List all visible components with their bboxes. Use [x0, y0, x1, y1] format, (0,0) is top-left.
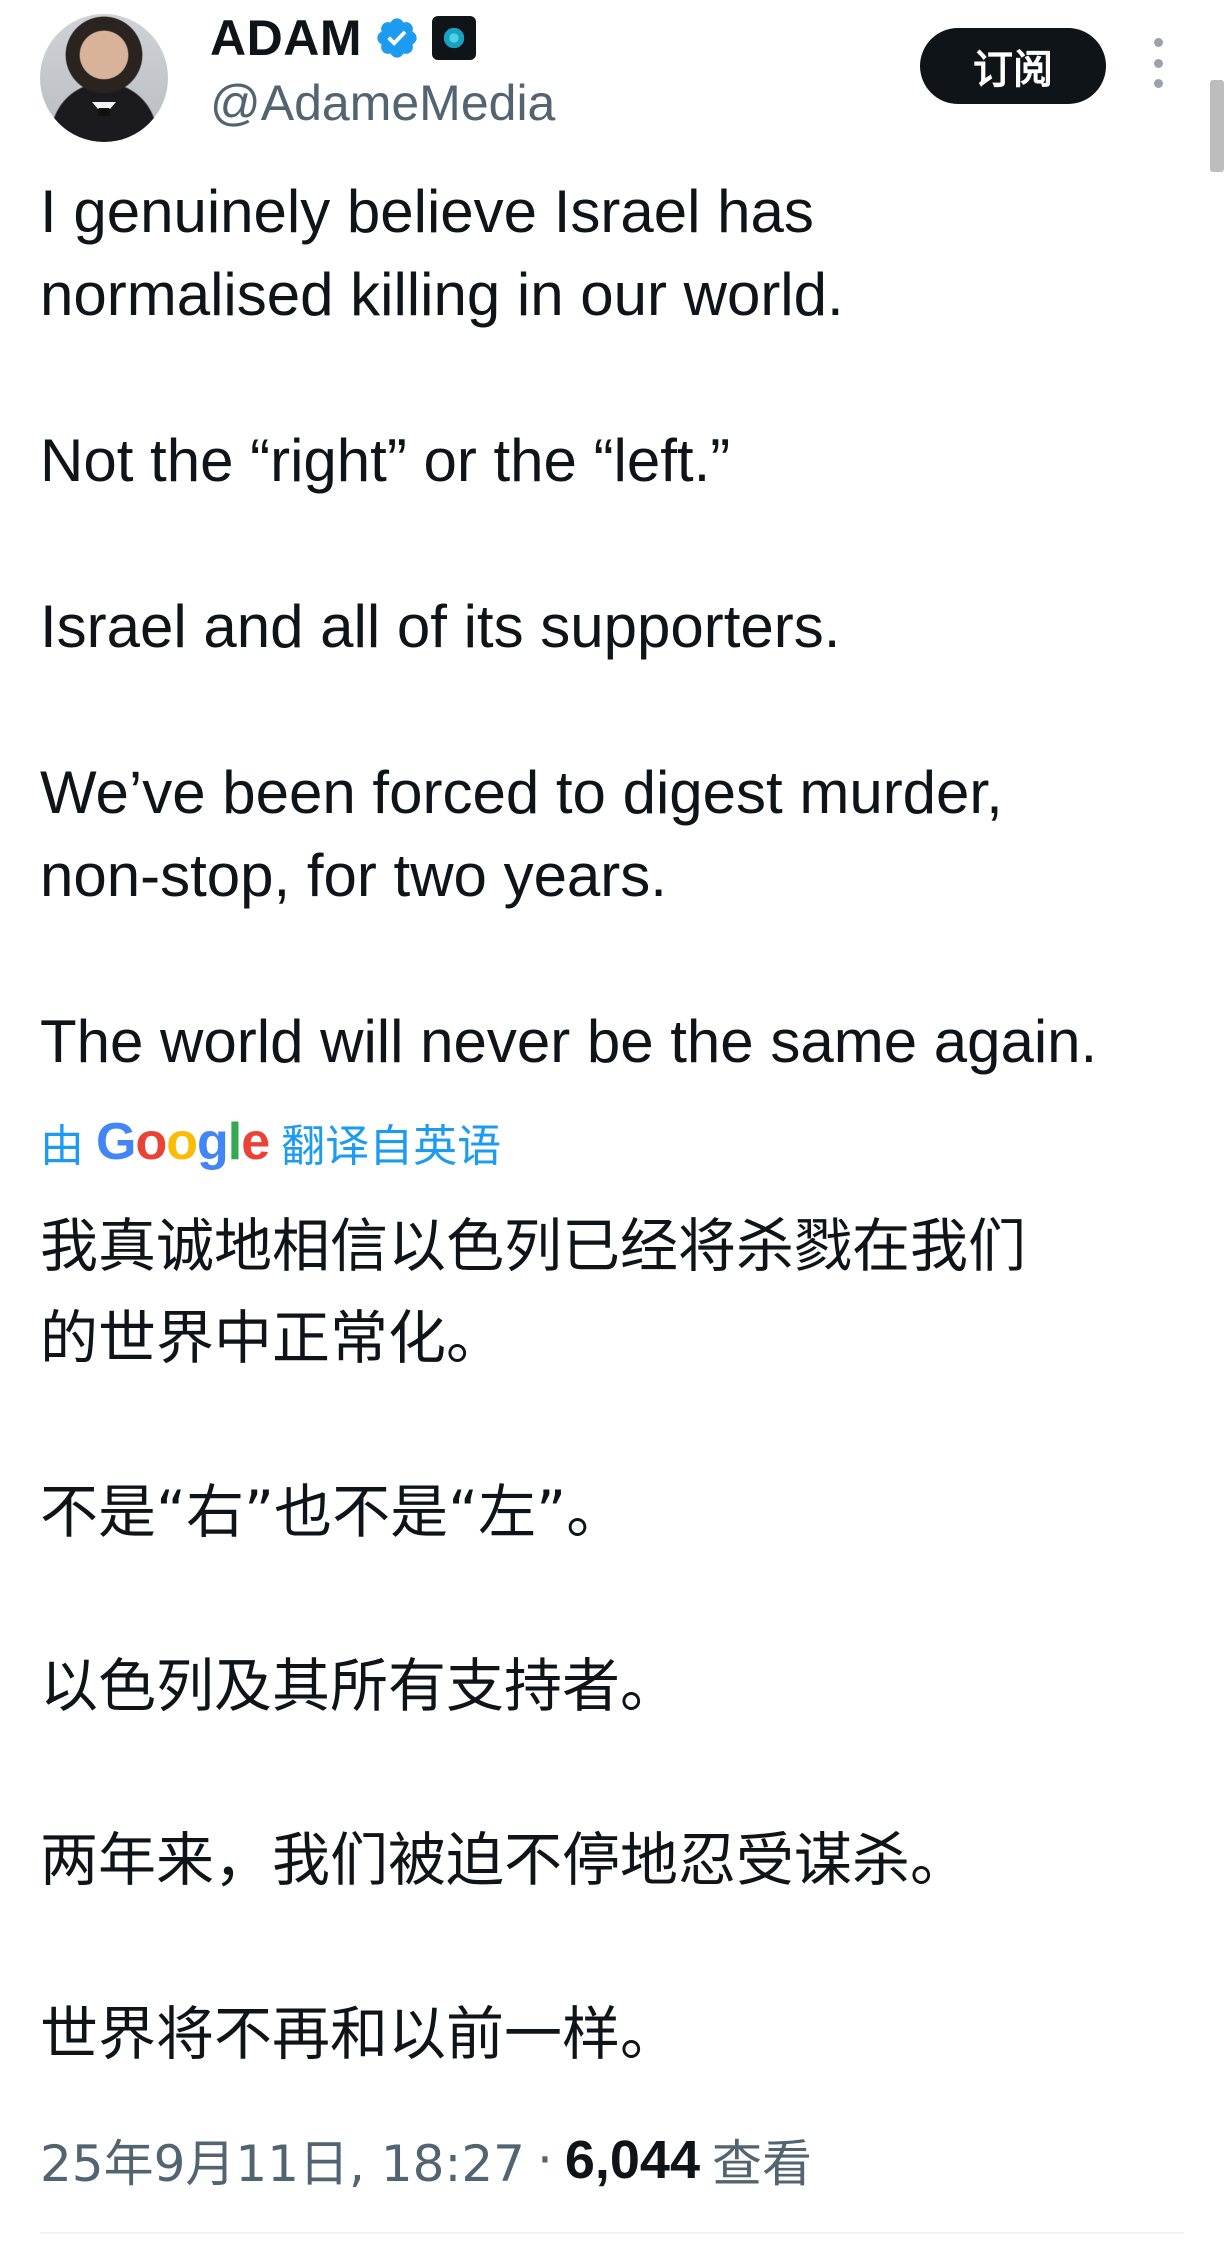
- views-count: 6,044: [564, 2130, 700, 2190]
- name-row: ADAM: [210, 8, 476, 68]
- tweet-paragraph: The world will never be the same again.: [40, 1008, 1098, 1075]
- tweet-header: ADAM @AdameMedia 订阅: [0, 0, 1224, 172]
- translation-suffix: 翻译自英语: [281, 1121, 502, 1172]
- tweet-paragraph: Not the “right” or the “left.”: [40, 427, 731, 494]
- translated-paragraph: 以色列及其所有支持者。: [40, 1652, 679, 1720]
- tweet-paragraph: Israel and all of its supporters.: [40, 593, 841, 660]
- tweet-paragraph: I genuinely believe Israel has normalise…: [40, 178, 844, 328]
- views-label: 查看: [711, 2135, 812, 2193]
- display-name[interactable]: ADAM: [210, 13, 362, 63]
- user-handle[interactable]: @AdameMedia: [210, 76, 555, 131]
- translated-paragraph: 不是“右”也不是“左”。: [40, 1478, 625, 1546]
- avatar[interactable]: [40, 14, 168, 142]
- tweet-paragraph: We’ve been forced to digest murder, non-…: [40, 759, 1003, 909]
- translated-paragraph: 世界将不再和以前一样。: [40, 2000, 679, 2068]
- affiliate-badge-icon[interactable]: [431, 16, 476, 60]
- more-dot: [1153, 38, 1163, 47]
- tweet-text: I genuinely believe Israel has normalise…: [40, 170, 1210, 1083]
- more-dot: [1153, 79, 1163, 88]
- translation-attribution[interactable]: 由 Google 翻译自英语: [40, 1112, 501, 1172]
- google-logo: Google: [96, 1113, 270, 1171]
- more-dot: [1153, 58, 1163, 68]
- more-options-icon[interactable]: [1148, 38, 1168, 88]
- translated-paragraph: 我真诚地相信以色列已经将杀戮在我们 的世界中正常化。: [40, 1212, 1027, 1372]
- translated-text: 我真诚地相信以色列已经将杀戮在我们 的世界中正常化。 不是“右”也不是“左”。 …: [40, 1200, 1200, 2162]
- translated-paragraph: 两年来，我们被迫不停地忍受谋杀。: [40, 1826, 969, 1894]
- divider: [40, 2232, 1184, 2234]
- tweet-meta: 25年9月11日, 18:27 · 6,044 查看: [40, 2120, 812, 2200]
- verified-badge-icon[interactable]: [374, 15, 420, 61]
- subscribe-button[interactable]: 订阅: [920, 28, 1106, 104]
- meta-separator: ·: [536, 2131, 553, 2189]
- scrollbar-thumb[interactable]: [1210, 80, 1224, 172]
- avatar-bowtie: [98, 108, 110, 116]
- translation-prefix: 由: [40, 1121, 84, 1172]
- tweet-timestamp[interactable]: 25年9月11日, 18:27: [40, 2124, 525, 2196]
